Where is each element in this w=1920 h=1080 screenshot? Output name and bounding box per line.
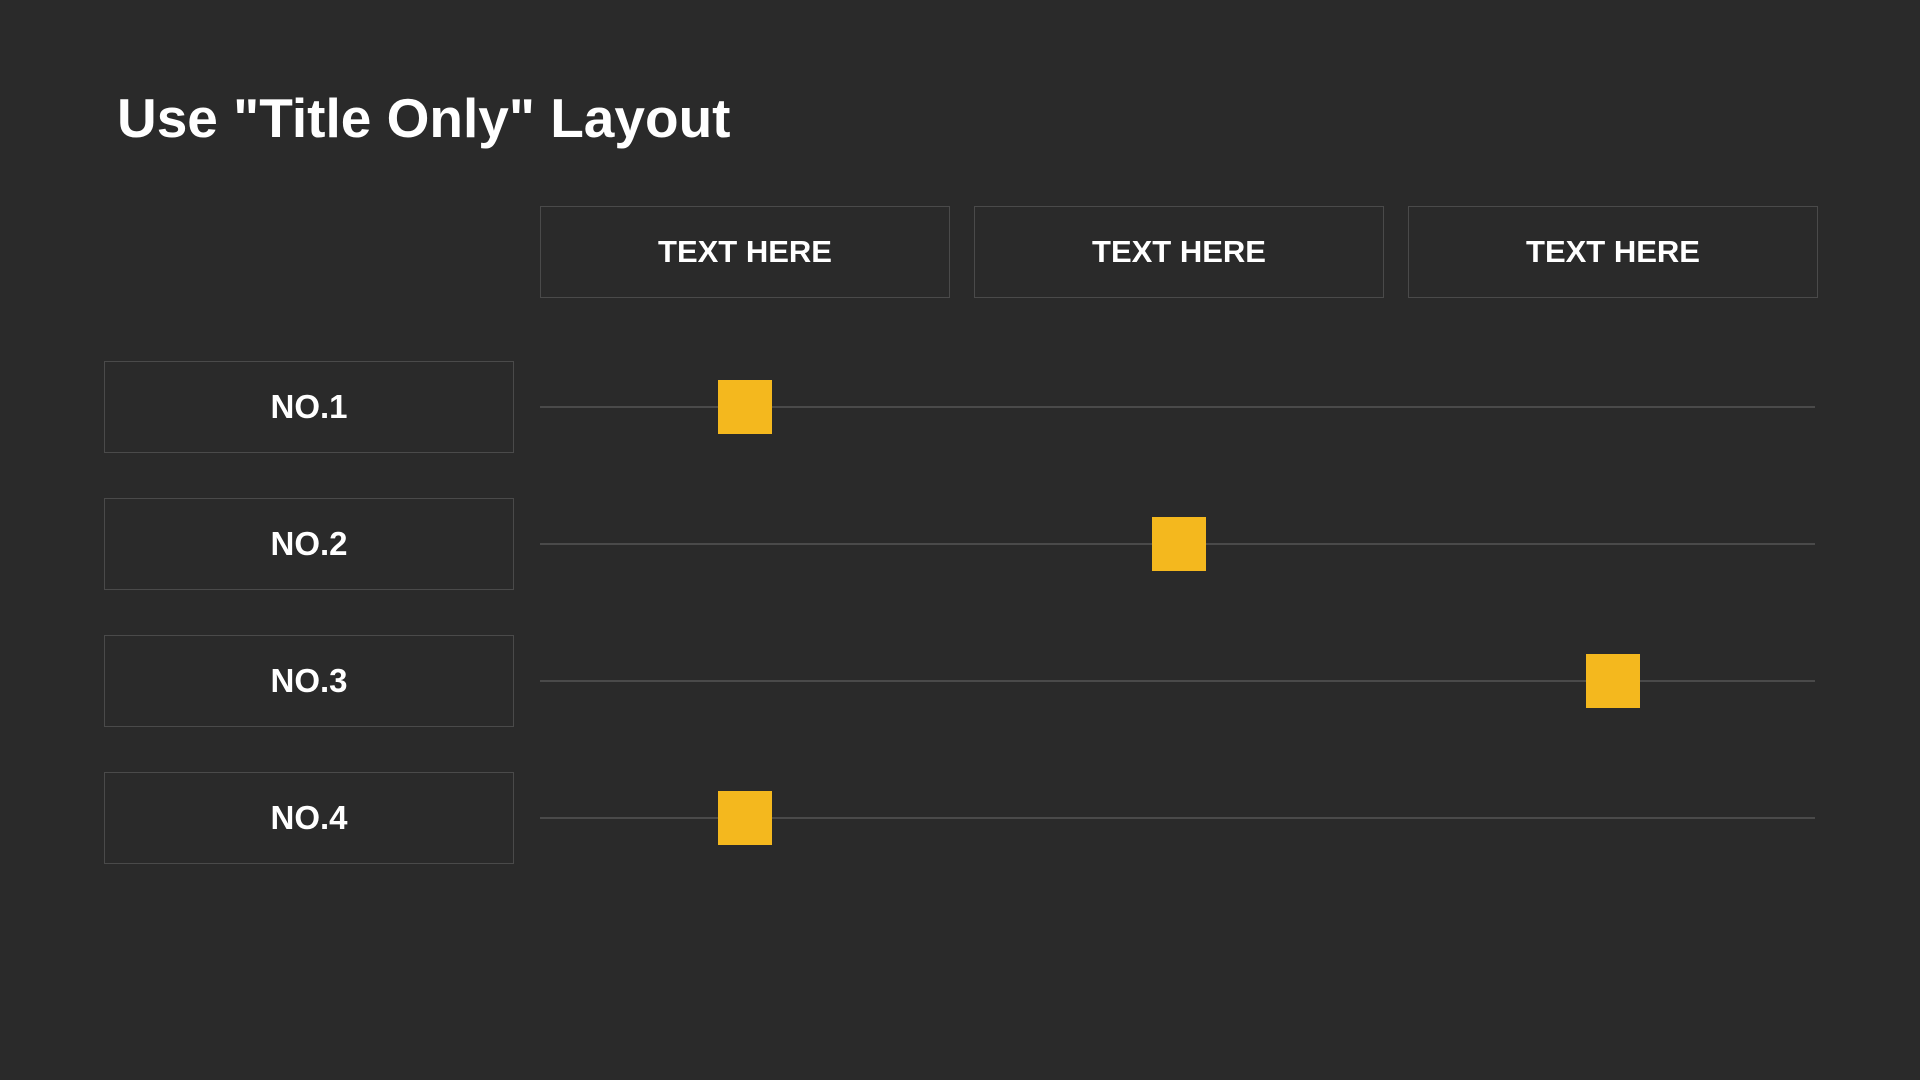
marker-row-1	[718, 380, 772, 434]
page-title: Use "Title Only" Layout	[117, 86, 731, 150]
row-label-1: NO.1	[104, 361, 514, 453]
row-label-3: NO.3	[104, 635, 514, 727]
marker-row-2	[1152, 517, 1206, 571]
column-header-3: TEXT HERE	[1408, 206, 1818, 298]
row-label-4: NO.4	[104, 772, 514, 864]
row-label-2: NO.2	[104, 498, 514, 590]
column-header-1: TEXT HERE	[540, 206, 950, 298]
column-header-2: TEXT HERE	[974, 206, 1384, 298]
marker-row-3	[1586, 654, 1640, 708]
marker-row-4	[718, 791, 772, 845]
